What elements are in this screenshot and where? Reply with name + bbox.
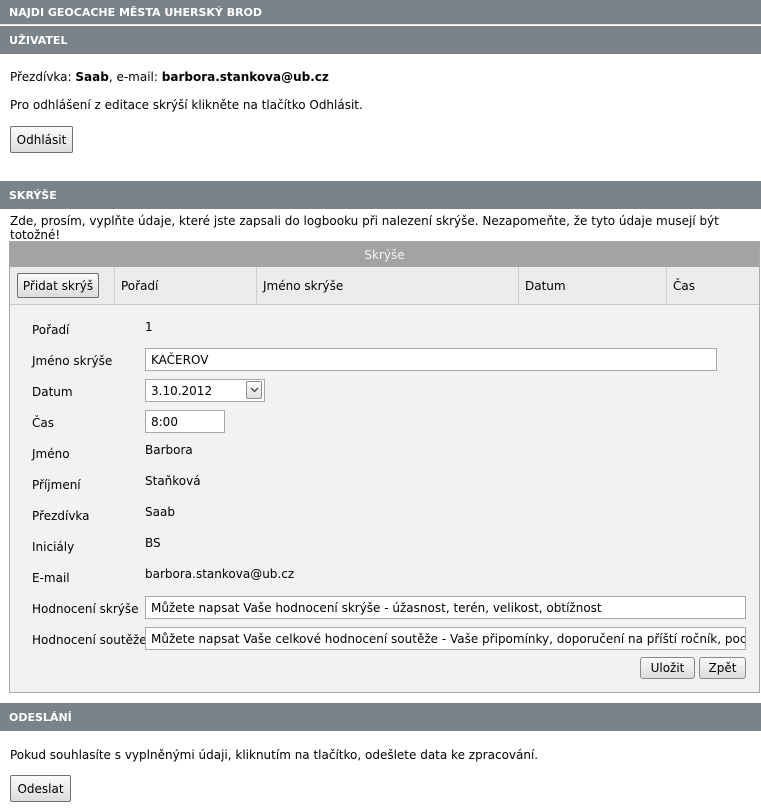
column-header-date[interactable]: Datum: [518, 267, 666, 305]
time-label: Čas: [32, 416, 54, 430]
cache-name-input[interactable]: KAČEROV: [145, 348, 717, 371]
add-cache-button[interactable]: Přidat skrýš: [17, 273, 99, 298]
column-header-order[interactable]: Pořadí: [114, 267, 256, 305]
section-header-submit: ODESLÁNÍ: [0, 703, 761, 731]
initials-value: BS: [145, 536, 161, 550]
date-label: Datum: [32, 385, 73, 399]
section-title-caches: SKRÝŠE: [9, 188, 57, 202]
section-header-caches: SKRÝŠE: [0, 181, 761, 209]
nick-value: Saab: [75, 70, 109, 84]
user-info: Přezdívka: Saab, e-mail: barbora.stankov…: [10, 70, 329, 84]
grid-caption-text: Skrýše: [364, 247, 405, 262]
order-label: Pořadí: [32, 323, 70, 337]
nick-field-value: Saab: [145, 505, 175, 519]
order-value: 1: [145, 320, 153, 334]
page-header: NAJDI GEOCACHE MĚSTA UHERSKÝ BROD: [0, 0, 761, 25]
contest-rating-input[interactable]: Můžete napsat Vaše celkové hodnocení sou…: [145, 627, 746, 650]
chevron-down-icon: [250, 387, 258, 393]
initials-label: Iniciály: [32, 540, 75, 554]
caches-grid: Skrýše Přidat skrýš Pořadí Jméno skrýše …: [9, 241, 760, 693]
contest-rating-label: Hodnocení soutěže: [32, 633, 147, 647]
nick-field-label: Přezdívka: [32, 509, 90, 523]
email-value: barbora.stankova@ub.cz: [161, 70, 329, 84]
column-header-name[interactable]: Jméno skrýše: [256, 267, 518, 305]
email-field-label: E-mail: [32, 571, 70, 585]
back-button[interactable]: Zpět: [699, 657, 746, 679]
save-button[interactable]: Uložit: [640, 657, 695, 679]
column-header-order-label: Pořadí: [121, 279, 159, 293]
logout-button[interactable]: Odhlásit: [10, 126, 73, 153]
email-field-value: barbora.stankova@ub.cz: [145, 567, 295, 581]
caches-intro: Zde, prosím, vyplňte údaje, které jste z…: [10, 214, 719, 242]
firstname-value: Barbora: [145, 443, 193, 457]
surname-value: Staňková: [145, 474, 201, 488]
submit-button[interactable]: Odeslat: [10, 775, 71, 802]
cache-rating-input[interactable]: Můžete napsat Vaše hodnocení skrýše - úž…: [145, 596, 746, 619]
column-header-name-label: Jméno skrýše: [263, 279, 344, 293]
time-input[interactable]: 8:00: [145, 410, 225, 433]
logout-hint: Pro odhlášení z editace skrýší klikněte …: [10, 98, 363, 112]
section-title-user: UŽIVATEL: [9, 33, 68, 47]
cache-rating-label: Hodnocení skrýše: [32, 602, 139, 616]
section-header-user: UŽIVATEL: [0, 26, 761, 54]
grid-header: Přidat skrýš Pořadí Jméno skrýše Datum Č…: [10, 267, 759, 305]
firstname-label: Jméno: [32, 447, 70, 461]
grid-caption: Skrýše: [10, 242, 759, 267]
column-header-date-label: Datum: [525, 279, 566, 293]
section-title-submit: ODESLÁNÍ: [9, 710, 72, 724]
column-header-time[interactable]: Čas: [666, 267, 759, 305]
email-label: , e-mail:: [108, 70, 162, 84]
submit-hint: Pokud souhlasíte s vyplněnými údaji, kli…: [10, 748, 539, 762]
surname-label: Příjmení: [32, 478, 81, 492]
date-value: 3.10.2012: [151, 383, 213, 398]
page-title: NAJDI GEOCACHE MĚSTA UHERSKÝ BROD: [9, 5, 263, 19]
nick-label: Přezdívka:: [10, 70, 76, 84]
column-header-time-label: Čas: [673, 279, 695, 293]
cache-name-label: Jméno skrýše: [32, 354, 113, 368]
date-dropdown-button[interactable]: [246, 381, 262, 399]
